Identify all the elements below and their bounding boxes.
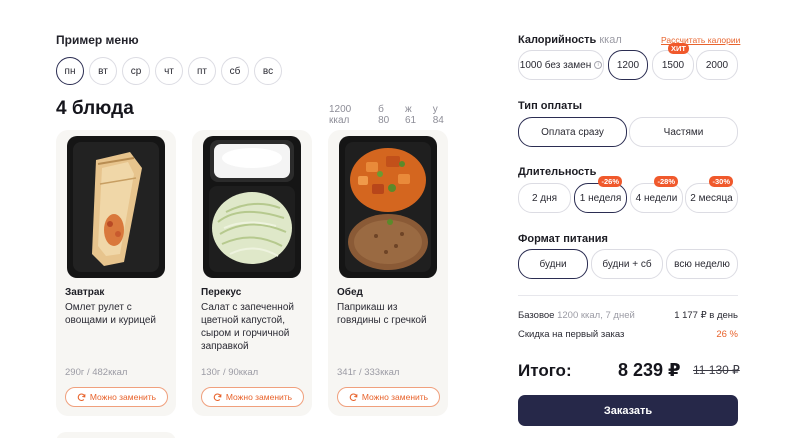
calorie-option-2000[interactable]: 2000: [696, 50, 738, 80]
refresh-icon: [349, 392, 358, 401]
menu-example-label: Пример меню: [56, 33, 139, 47]
duration-option-4-weeks[interactable]: 4 недели -28%: [630, 176, 683, 213]
calories-unit: ккал: [599, 34, 622, 46]
discount-row: Скидка на первый заказ 26 %: [518, 329, 738, 340]
hit-badge: ХИТ: [668, 43, 689, 54]
total-old-price: 11 130 ₽: [693, 363, 740, 377]
format-option-all-week[interactable]: всю неделю: [666, 249, 738, 279]
duration-option-label: 1 неделя: [579, 192, 622, 204]
dish-name: Омлет рулет с овощами и курицей: [65, 302, 157, 326]
nutrition-summary: 1200 ккал б 80 ж 61 у 84: [329, 104, 449, 126]
total-label: Итого:: [518, 361, 572, 380]
day-button-thu[interactable]: чт: [155, 57, 183, 85]
format-option-label: будни: [539, 258, 567, 270]
discount-value: 26 %: [716, 329, 738, 340]
format-option-label: будни + сб: [602, 258, 652, 270]
refresh-icon: [77, 392, 86, 401]
duration-option-2-months[interactable]: 2 месяца -30%: [685, 176, 738, 213]
calorie-option-label: 2000: [705, 59, 729, 71]
total-price: 8 239 ₽: [618, 360, 681, 380]
day-button-fri[interactable]: пт: [188, 57, 216, 85]
discount-badge: -26%: [598, 176, 622, 187]
format-option-weekdays[interactable]: будни: [518, 249, 588, 279]
day-button-tue[interactable]: вт: [89, 57, 117, 85]
calorie-option-label: 1500: [661, 59, 685, 71]
day-button-wed[interactable]: ср: [122, 57, 150, 85]
dish-meal-type: Перекус: [201, 287, 242, 298]
dish-cards: Завтрак Омлет рулет с овощами и курицей …: [56, 130, 448, 416]
payment-option-full[interactable]: Оплата сразу: [518, 117, 627, 147]
duration-label: Длительность: [518, 166, 597, 178]
day-button-sun[interactable]: вс: [254, 57, 282, 85]
format-option-weekdays-sat[interactable]: будни + сб: [591, 249, 663, 279]
dish-card: Перекус Салат с запеченной цветной капус…: [192, 130, 312, 416]
base-price-label: Базовое: [518, 310, 555, 321]
duration-option-label: 2 дня: [531, 192, 558, 204]
paprikash-buckwheat-image: [339, 136, 437, 278]
calorie-option-label: 1200: [616, 59, 640, 71]
duration-option-1-week[interactable]: 1 неделя -26%: [574, 176, 627, 213]
refresh-icon: [213, 392, 222, 401]
dish-meal-type: Обед: [337, 287, 363, 298]
dish-card: Завтрак Омлет рулет с овощами и курицей …: [56, 130, 176, 416]
dish-card: Обед Паприкаш из говядины с гречкой 341г…: [328, 130, 448, 416]
dish-meal-type: Завтрак: [65, 287, 105, 298]
duration-option-label: 2 месяца: [690, 192, 733, 204]
format-option-label: всю неделю: [674, 258, 730, 270]
replace-dish-button[interactable]: Можно заменить: [337, 387, 440, 407]
payment-option-label: Частями: [663, 126, 704, 138]
calories-label-text: Калорийность: [518, 34, 597, 46]
meal-format-label: Формат питания: [518, 233, 608, 245]
omelette-roll-image: [67, 136, 165, 278]
dish-weight-calories: 341г / 333ккал: [337, 367, 400, 378]
dishes-count-title: 4 блюда: [56, 98, 134, 119]
base-price-detail: 1200 ккал, 7 дней: [557, 310, 635, 321]
nutrition-protein: б 80: [378, 104, 390, 126]
calorie-option-1200[interactable]: 1200: [608, 50, 648, 80]
calorie-option-label: 1000 без замен: [519, 59, 592, 71]
replace-dish-label: Можно заменить: [361, 392, 429, 402]
day-button-mon[interactable]: пн: [56, 57, 84, 85]
day-button-sat[interactable]: сб: [221, 57, 249, 85]
summary-divider: [518, 295, 738, 296]
payment-option-installments[interactable]: Частями: [629, 117, 738, 147]
duration-option-2-days[interactable]: 2 дня: [518, 183, 571, 213]
payment-type-label: Тип оплаты: [518, 100, 583, 112]
cabbage-salad-image: [203, 136, 301, 278]
payment-option-label: Оплата сразу: [541, 126, 604, 138]
calorie-option-1000[interactable]: 1000 без замен i: [518, 50, 604, 80]
nutrition-carbs: у 84: [432, 104, 444, 126]
replace-dish-label: Можно заменить: [225, 392, 293, 402]
day-selector: пн вт ср чт пт сб вс: [56, 57, 282, 85]
duration-option-label: 4 недели: [635, 192, 678, 204]
discount-badge: -28%: [654, 176, 678, 187]
dish-weight-calories: 130г / 90ккал: [201, 367, 259, 378]
base-price-value: 1 177 ₽ в день: [674, 310, 738, 321]
order-button[interactable]: Заказать: [518, 395, 738, 426]
discount-label: Скидка на первый заказ: [518, 329, 625, 340]
dish-name: Салат с запеченной цветной капустой, сыр…: [201, 302, 294, 352]
dish-card-next-peek: [56, 432, 176, 438]
info-icon[interactable]: i: [594, 61, 603, 69]
dish-name: Паприкаш из говядины с гречкой: [337, 302, 427, 326]
base-price-row: Базовое 1200 ккал, 7 дней 1 177 ₽ в день: [518, 310, 738, 321]
discount-badge: -30%: [709, 176, 733, 187]
nutrition-fat: ж 61: [404, 104, 417, 126]
calorie-option-1500[interactable]: 1500 ХИТ: [652, 43, 694, 80]
nutrition-calories: 1200 ккал: [329, 104, 352, 126]
calories-label: Калорийность ккал: [518, 34, 622, 46]
dish-weight-calories: 290г / 482ккал: [65, 367, 128, 378]
replace-dish-label: Можно заменить: [89, 392, 157, 402]
replace-dish-button[interactable]: Можно заменить: [65, 387, 168, 407]
replace-dish-button[interactable]: Можно заменить: [201, 387, 304, 407]
